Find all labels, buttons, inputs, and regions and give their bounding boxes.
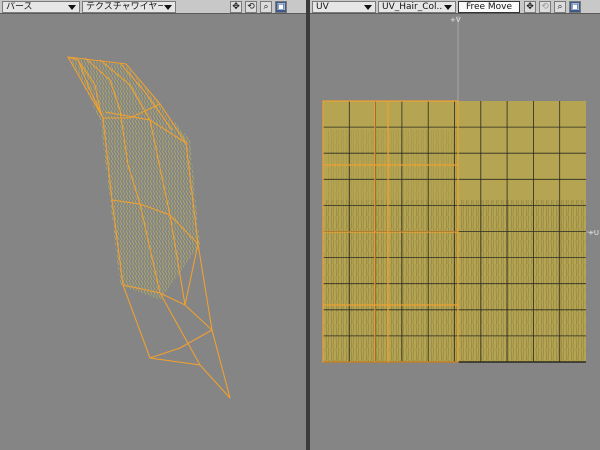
render-mode-dropdown[interactable]: テクスチャワイヤー [82, 1, 176, 13]
chevron-down-icon [364, 5, 372, 10]
uv-canvas[interactable]: +V +U [310, 0, 600, 450]
chevron-down-icon [164, 5, 172, 10]
v-axis-label: +V [450, 16, 461, 24]
free-move-button[interactable]: Free Move [458, 1, 520, 13]
maximize-icon[interactable]: ▣ [569, 1, 581, 13]
perspective-canvas[interactable] [0, 0, 306, 450]
zoom-icon[interactable]: ⌕ [554, 1, 566, 13]
uv-map-dropdown[interactable]: UV_Hair_Col... [378, 1, 456, 13]
render-mode-value: テクスチャワイヤー [86, 2, 163, 12]
view-mode-dropdown[interactable]: UV [312, 1, 376, 13]
rotate-icon[interactable]: ⟲ [539, 1, 551, 13]
right-viewport-toolbar: UV UV_Hair_Col... Free Move ✥ ⟲ ⌕ ▣ [310, 0, 600, 14]
left-viewport-toolbar: パース テクスチャワイヤー ✥ ⟲ ⌕ ▣ [0, 0, 306, 14]
view-mode-dropdown[interactable]: パース [2, 1, 80, 13]
move-icon[interactable]: ✥ [230, 1, 242, 13]
chevron-down-icon [68, 5, 76, 10]
chevron-down-icon [444, 5, 452, 10]
maximize-icon[interactable]: ▣ [275, 1, 287, 13]
zoom-icon[interactable]: ⌕ [260, 1, 272, 13]
move-icon[interactable]: ✥ [524, 1, 536, 13]
view-mode-value: UV [316, 2, 329, 12]
uv-map-value: UV_Hair_Col... [382, 2, 443, 12]
perspective-viewport[interactable]: パース テクスチャワイヤー ✥ ⟲ ⌕ ▣ [0, 0, 306, 450]
uv-viewport[interactable]: +V +U UV UV_Hair_Col... Free Move ✥ ⟲ ⌕ … [310, 0, 600, 450]
rotate-icon[interactable]: ⟲ [245, 1, 257, 13]
view-mode-value: パース [6, 2, 33, 12]
u-axis-label: +U [588, 229, 599, 237]
